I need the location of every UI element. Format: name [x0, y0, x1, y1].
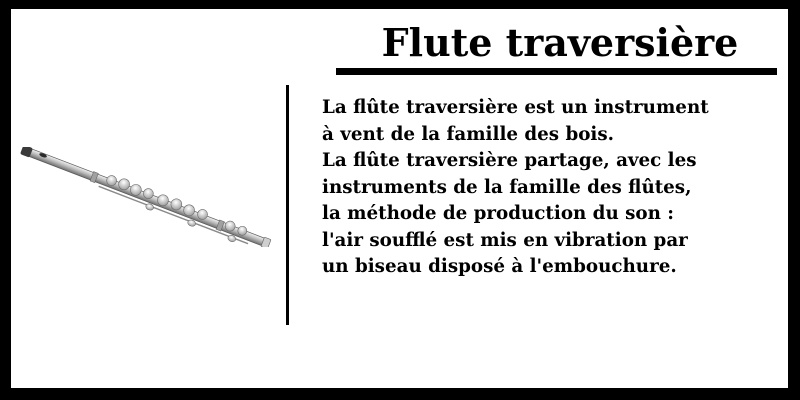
page-title: Flute traversière: [381, 20, 739, 65]
description-line: La flûte traversière est un instrument: [322, 97, 709, 118]
description-line: instruments de la famille des flûtes,: [322, 176, 692, 198]
vertical-divider: [286, 85, 289, 325]
description-line: La flûte traversière partage, avec les: [322, 150, 697, 171]
description-line: un biseau disposé à l'embouchure.: [322, 256, 677, 277]
flute-icon: [20, 145, 272, 249]
description-line: à vent de la famille des bois.: [322, 123, 615, 145]
content-card: Flute traversière La flûte traversière e…: [11, 9, 788, 388]
description-text: La flûte traversière est un instrument à…: [322, 95, 788, 281]
description-line: la méthode de production du son :: [322, 203, 674, 224]
flute-image: [13, 145, 279, 249]
description-line: l'air soufflé est mis en vibration par: [322, 229, 688, 251]
title-underline: [336, 68, 777, 75]
